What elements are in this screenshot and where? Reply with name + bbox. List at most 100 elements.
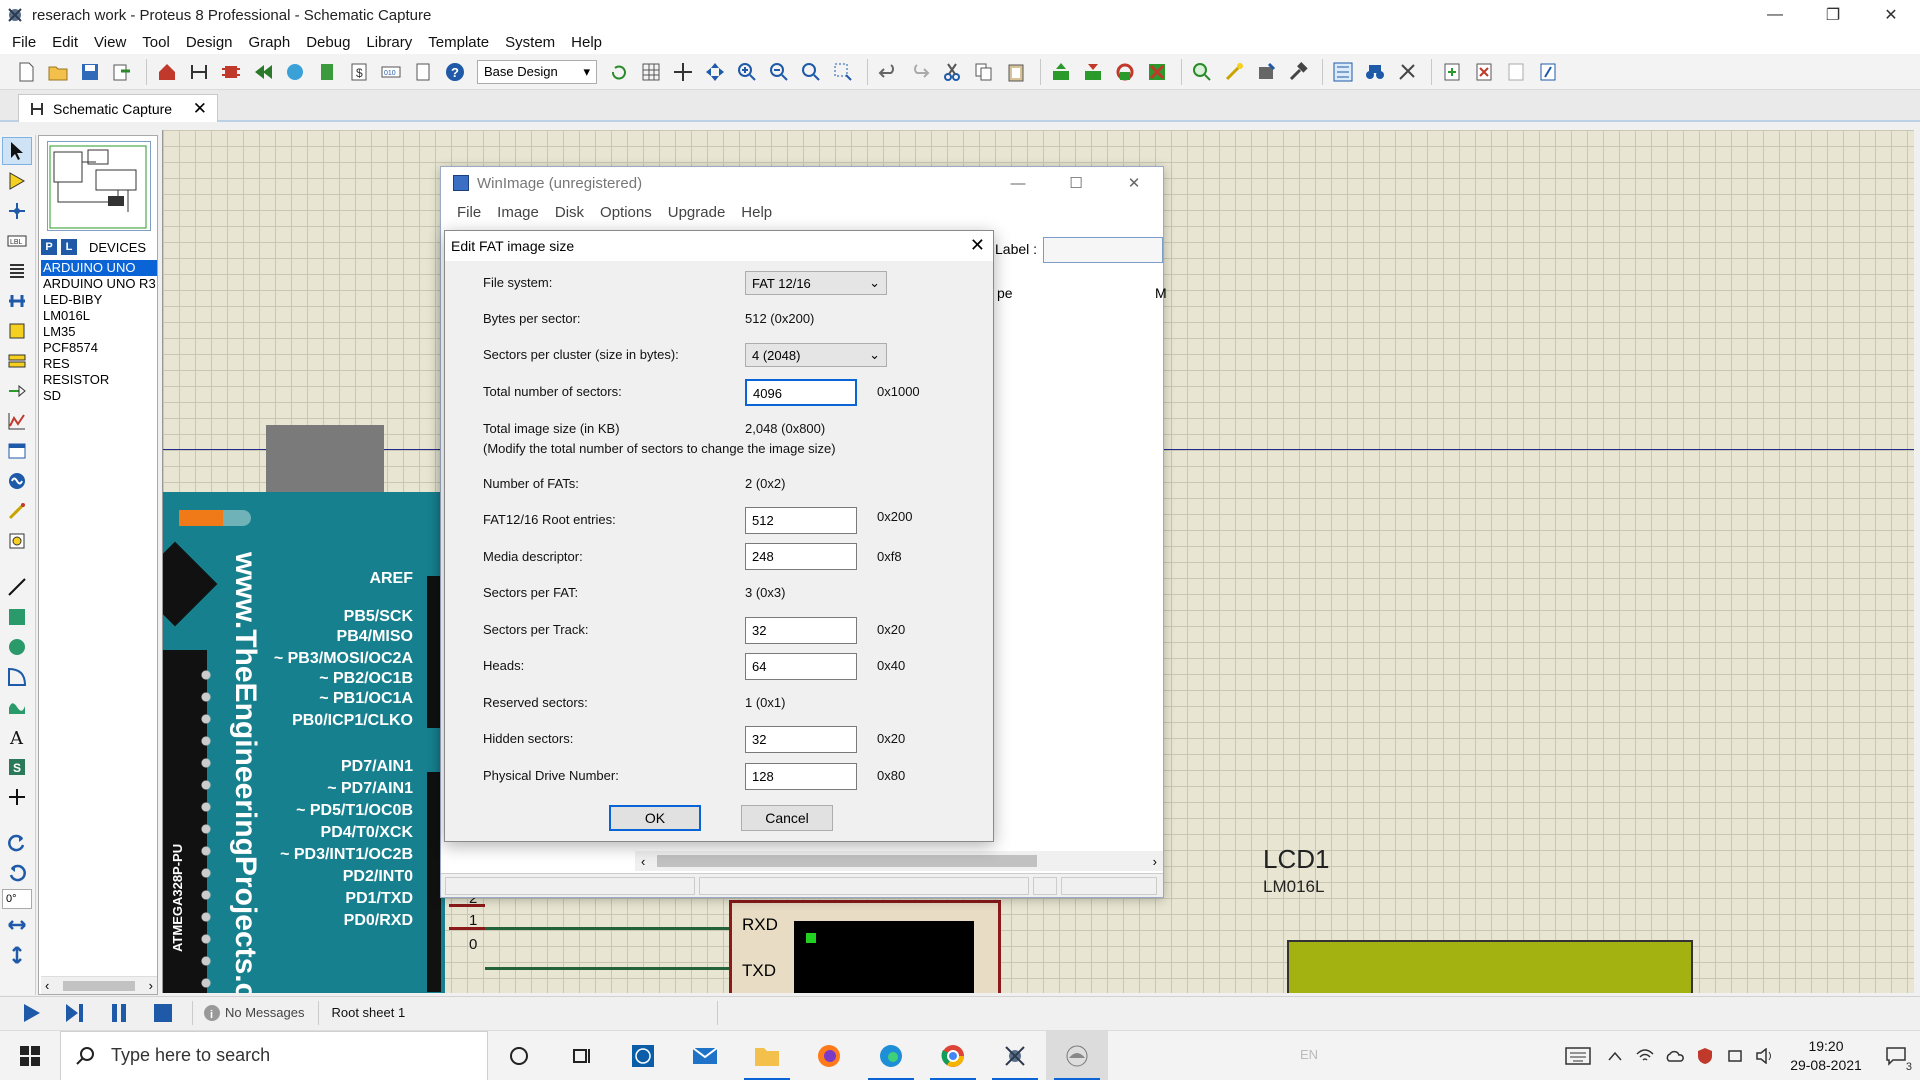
remove-sheet-button[interactable]: [1470, 58, 1498, 86]
usb-tray-button[interactable]: [1720, 1031, 1750, 1080]
menu-edit[interactable]: Edit: [44, 34, 86, 51]
import-button[interactable]: [108, 58, 136, 86]
keyboard-tray-button[interactable]: [1556, 1031, 1600, 1080]
design-explorer-button[interactable]: [1534, 58, 1562, 86]
winimage-menu-image[interactable]: Image: [489, 204, 547, 221]
junction-mode-button[interactable]: [2, 197, 32, 225]
selection-mode-button[interactable]: [2, 137, 32, 165]
arc-tool-button[interactable]: [2, 663, 32, 691]
root-entries-input[interactable]: 512: [745, 507, 857, 534]
text-tool-button[interactable]: A: [2, 723, 32, 751]
pick-device-button[interactable]: [1188, 58, 1216, 86]
rotate-clockwise-button[interactable]: [2, 829, 32, 857]
winimage-maximize-button[interactable]: ☐: [1047, 167, 1105, 199]
start-button[interactable]: [0, 1031, 60, 1080]
new-sheet-button[interactable]: [1438, 58, 1466, 86]
menu-design[interactable]: Design: [178, 34, 241, 51]
list-item[interactable]: LM016L: [41, 308, 157, 324]
grid-button[interactable]: [637, 58, 665, 86]
drive-number-input[interactable]: 128: [745, 763, 857, 790]
taskbar-firefox[interactable]: [798, 1031, 860, 1080]
zoom-area-button[interactable]: [829, 58, 857, 86]
probe-mode-button[interactable]: [2, 497, 32, 525]
onedrive-tray-button[interactable]: [1660, 1031, 1690, 1080]
chevron-right-icon[interactable]: ›: [149, 978, 153, 993]
overview-window[interactable]: [47, 141, 151, 231]
circle-tool-button[interactable]: [2, 633, 32, 661]
decompose-button[interactable]: [1284, 58, 1312, 86]
column-header-type[interactable]: pe: [997, 285, 1013, 301]
taskbar-mail-app[interactable]: [674, 1031, 736, 1080]
volume-tray-button[interactable]: [1750, 1031, 1780, 1080]
winimage-menu-options[interactable]: Options: [592, 204, 660, 221]
rotate-anticlockwise-button[interactable]: [2, 859, 32, 887]
ok-button[interactable]: OK: [609, 805, 701, 831]
network-tray-button[interactable]: [1630, 1031, 1660, 1080]
taskbar-dell-app[interactable]: [612, 1031, 674, 1080]
menu-system[interactable]: System: [497, 34, 563, 51]
zoom-all-button[interactable]: [797, 58, 825, 86]
cortana-button[interactable]: [488, 1031, 550, 1080]
search-tag-button[interactable]: [1361, 58, 1389, 86]
winimage-horizontal-scrollbar[interactable]: ‹ ›: [635, 851, 1163, 871]
winimage-menu-disk[interactable]: Disk: [547, 204, 592, 221]
chevron-left-icon[interactable]: ‹: [641, 854, 645, 869]
cost-button[interactable]: $: [345, 58, 373, 86]
restore-button[interactable]: ❐: [1804, 0, 1862, 30]
winimage-menu-help[interactable]: Help: [733, 204, 780, 221]
code-button[interactable]: 010: [377, 58, 405, 86]
list-item[interactable]: RES: [41, 356, 157, 372]
chevron-right-icon[interactable]: ›: [1153, 854, 1157, 869]
list-item[interactable]: ARDUINO UNO: [41, 260, 157, 276]
buses-mode-button[interactable]: [2, 287, 32, 315]
wire-label-mode-button[interactable]: LBL: [2, 227, 32, 255]
design-combo[interactable]: Base Design ▾: [477, 59, 597, 84]
text-script-mode-button[interactable]: [2, 257, 32, 285]
hidden-sectors-input[interactable]: 32: [745, 726, 857, 753]
taskbar-proteus[interactable]: [984, 1031, 1046, 1080]
taskbar-winimage[interactable]: [1046, 1030, 1108, 1080]
menu-graph[interactable]: Graph: [241, 34, 299, 51]
property-tool-button[interactable]: [1393, 58, 1421, 86]
step-button[interactable]: [60, 1000, 90, 1026]
messages-indicator[interactable]: i No Messages: [192, 1000, 304, 1025]
graph-mode-button[interactable]: [2, 407, 32, 435]
taskbar-clock[interactable]: 19:20 29-08-2021: [1780, 1037, 1872, 1075]
block-move-button[interactable]: [1079, 58, 1107, 86]
rotation-angle-field[interactable]: 0°: [2, 889, 32, 909]
cut-button[interactable]: [938, 58, 966, 86]
make-device-button[interactable]: [1220, 58, 1248, 86]
bom-button[interactable]: [313, 58, 341, 86]
generator-mode-button[interactable]: [2, 467, 32, 495]
list-item[interactable]: RESISTOR: [41, 372, 157, 388]
save-button[interactable]: [76, 58, 104, 86]
menu-file[interactable]: File: [4, 34, 44, 51]
block-rotate-button[interactable]: [1111, 58, 1139, 86]
taskbar-search-box[interactable]: Type here to search: [60, 1030, 488, 1080]
path-tool-button[interactable]: [2, 693, 32, 721]
open-button[interactable]: [44, 58, 72, 86]
winimage-menu-upgrade[interactable]: Upgrade: [660, 204, 734, 221]
media-descriptor-input[interactable]: 248: [745, 543, 857, 570]
menu-tool[interactable]: Tool: [134, 34, 178, 51]
chevron-left-icon[interactable]: ‹: [45, 978, 49, 993]
subcircuit-mode-button[interactable]: [2, 317, 32, 345]
menu-library[interactable]: Library: [358, 34, 420, 51]
taskbar-chrome[interactable]: [922, 1031, 984, 1080]
block-delete-button[interactable]: [1143, 58, 1171, 86]
terminals-mode-button[interactable]: [2, 347, 32, 375]
tab-close-icon[interactable]: ✕: [193, 99, 207, 119]
refresh-button[interactable]: [605, 58, 633, 86]
pause-button[interactable]: [104, 1000, 134, 1026]
component-mode-button[interactable]: [2, 167, 32, 195]
close-button[interactable]: ✕: [1862, 0, 1920, 30]
heads-input[interactable]: 64: [745, 653, 857, 680]
symbol-tool-button[interactable]: S: [2, 753, 32, 781]
box-tool-button[interactable]: [2, 603, 32, 631]
winimage-close-button[interactable]: ✕: [1105, 167, 1163, 199]
sheet-indicator[interactable]: Root sheet 1: [318, 1000, 719, 1025]
arduino-uno-board[interactable]: www.TheEngineeringProjects.com ATMEGA328…: [163, 492, 445, 993]
scrollbar-thumb[interactable]: [657, 855, 1037, 867]
total-sectors-input[interactable]: 4096: [745, 379, 857, 406]
list-item[interactable]: LM35: [41, 324, 157, 340]
